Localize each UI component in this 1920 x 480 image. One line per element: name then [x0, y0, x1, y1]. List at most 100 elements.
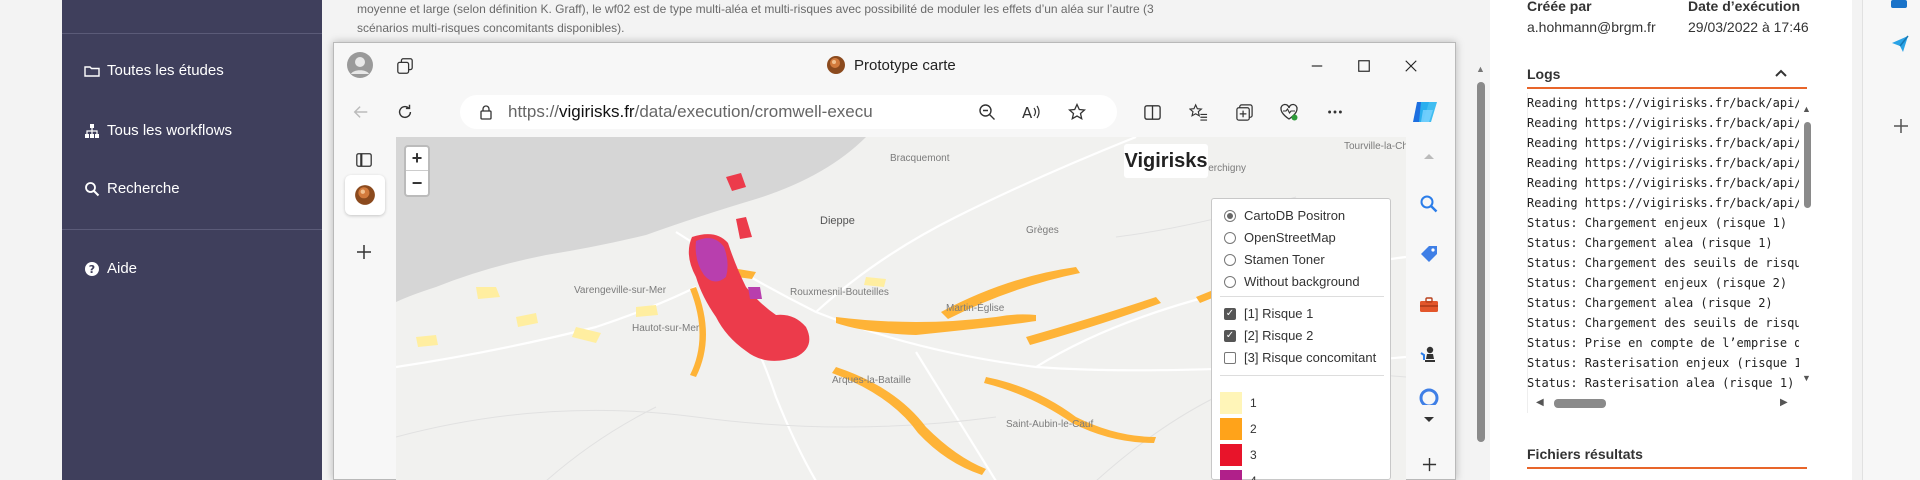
search-icon: [1420, 195, 1438, 213]
tools-button[interactable]: [1416, 291, 1442, 317]
copilot-icon: [1413, 102, 1437, 122]
page-scrollbar[interactable]: ▲: [1474, 60, 1488, 460]
log-line: Reading https://vigirisks.fr/back/api/: [1527, 116, 1799, 130]
read-aloud-icon[interactable]: A: [1021, 103, 1041, 121]
basemap-option[interactable]: OpenStreetMap: [1224, 230, 1336, 245]
overlay-label: [2] Risque 2: [1244, 328, 1314, 343]
zoom-out-icon[interactable]: [978, 103, 996, 121]
legend-item: 2: [1220, 418, 1257, 440]
checkbox[interactable]: ✓: [1224, 329, 1236, 342]
log-scroll-up-icon[interactable]: ▲: [1802, 104, 1811, 114]
tab-actions-button[interactable]: [351, 147, 377, 173]
overlay-option[interactable]: [3] Risque concomitant: [1224, 350, 1376, 365]
chevron-down-icon: [1424, 417, 1434, 422]
sidebar-item-all-studies[interactable]: Toutes les études: [84, 62, 224, 79]
chevron-up-icon[interactable]: [1774, 66, 1788, 80]
map-place-label: Dieppe: [820, 215, 855, 227]
log-line: Reading https://vigirisks.fr/back/api/: [1527, 176, 1799, 190]
legend-item: 4: [1220, 470, 1257, 480]
sidebar-item-label: Recherche: [107, 180, 180, 197]
collections-icon: [1235, 103, 1253, 121]
url-text[interactable]: https://vigirisks.fr/data/execution/crom…: [508, 102, 873, 122]
radio-button[interactable]: [1224, 209, 1236, 222]
maximize-button[interactable]: [1351, 53, 1377, 79]
sidebar-item-help[interactable]: ? Aide: [84, 260, 137, 277]
address-bar[interactable]: https://vigirisks.fr/data/execution/crom…: [460, 95, 1117, 129]
refresh-button[interactable]: [392, 99, 418, 125]
collections-button[interactable]: [1231, 99, 1257, 125]
lock-icon[interactable]: [478, 104, 494, 120]
outlook-icon[interactable]: [1891, 0, 1907, 10]
workspaces-button[interactable]: [394, 55, 416, 77]
sidebar-item-label: Toutes les études: [107, 62, 224, 79]
arrow-left-icon: [353, 106, 368, 118]
chess-piece-icon: [1420, 346, 1435, 362]
basemap-option[interactable]: Stamen Toner: [1224, 252, 1325, 267]
minimize-icon: [1311, 65, 1323, 67]
zoom-in-button[interactable]: +: [406, 147, 428, 171]
map-place-label: Saint-Aubin-le-Cauf: [1006, 419, 1094, 430]
sidebar-scroll-down[interactable]: [1418, 409, 1440, 431]
legend-label: 4: [1250, 474, 1257, 480]
send-icon[interactable]: [1890, 34, 1910, 54]
zoom-out-button[interactable]: −: [406, 171, 428, 195]
office-button[interactable]: [1416, 387, 1442, 405]
map-place-label: Bracquemont: [890, 153, 950, 164]
checkbox[interactable]: ✓: [1224, 307, 1236, 320]
sidebar-item-search[interactable]: Recherche: [84, 180, 180, 197]
basemap-option[interactable]: CartoDB Positron: [1224, 208, 1345, 223]
site-favicon: [355, 185, 375, 205]
games-button[interactable]: [1416, 341, 1442, 367]
plus-icon[interactable]: [1893, 118, 1909, 134]
sidebar-item-all-workflows[interactable]: Tous les workflows: [84, 122, 232, 139]
profile-avatar[interactable]: [346, 51, 374, 79]
overlay-option[interactable]: ✓ [1] Risque 1: [1224, 306, 1313, 321]
map-place-label: Martin-Église: [946, 303, 1005, 314]
legend-swatch: [1220, 418, 1242, 440]
sidebar-search-button[interactable]: [1416, 191, 1442, 217]
scrollbar-thumb[interactable]: [1477, 82, 1485, 442]
log-line: Status: Rasterisation alea (risque 1): [1527, 376, 1795, 390]
minimize-button[interactable]: [1304, 53, 1330, 79]
scroll-up-icon[interactable]: ▲: [1476, 64, 1485, 74]
log-line: Status: Chargement alea (risque 1): [1527, 236, 1773, 250]
svg-text:A: A: [1022, 104, 1033, 121]
overlay-option[interactable]: ✓ [2] Risque 2: [1224, 328, 1313, 343]
checkbox[interactable]: [1224, 351, 1236, 364]
split-screen-icon: [1143, 104, 1161, 120]
radio-button[interactable]: [1224, 275, 1236, 288]
radio-button[interactable]: [1224, 253, 1236, 266]
svg-text:?: ?: [89, 263, 95, 276]
close-button[interactable]: [1398, 53, 1424, 79]
favorite-star-icon[interactable]: [1068, 103, 1086, 121]
log-scroll-right-icon[interactable]: ▶: [1780, 397, 1788, 408]
split-screen-button[interactable]: [1139, 99, 1165, 125]
log-line: Status: Chargement des seuils de risqu: [1527, 256, 1799, 270]
log-scrollbar-thumb[interactable]: [1804, 122, 1811, 208]
sidebar-scroll-up[interactable]: [1418, 145, 1440, 167]
log-hscroll-thumb[interactable]: [1554, 399, 1606, 408]
copilot-button[interactable]: [1410, 97, 1440, 127]
help-icon: ?: [85, 261, 99, 276]
shopping-button[interactable]: [1416, 241, 1442, 267]
tab-prototype-carte[interactable]: [345, 175, 385, 215]
sidebar-add-button[interactable]: [1418, 453, 1440, 475]
site-favicon: [827, 56, 845, 74]
layer-separator: [1220, 296, 1384, 297]
edge-sidebar: [1862, 0, 1920, 480]
log-scroll-down-icon[interactable]: ▼: [1802, 373, 1811, 383]
logs-underline: [1527, 87, 1807, 89]
description-line: scénarios multi-risques concomitants dis…: [357, 21, 625, 35]
office-icon: [1419, 388, 1439, 405]
back-button[interactable]: [348, 99, 374, 125]
new-tab-button[interactable]: [351, 239, 377, 265]
url-path: /data/execution/cromwell-executions/...: [634, 102, 873, 121]
basemap-option[interactable]: Without background: [1224, 274, 1360, 289]
log-scroll-left-icon[interactable]: ◀: [1536, 397, 1544, 408]
radio-button[interactable]: [1224, 231, 1236, 244]
legend-label: 3: [1250, 448, 1257, 462]
more-options-button[interactable]: [1322, 99, 1348, 125]
plus-icon: [1422, 457, 1436, 471]
browser-essentials-button[interactable]: [1276, 99, 1302, 125]
favorites-button[interactable]: [1185, 99, 1211, 125]
